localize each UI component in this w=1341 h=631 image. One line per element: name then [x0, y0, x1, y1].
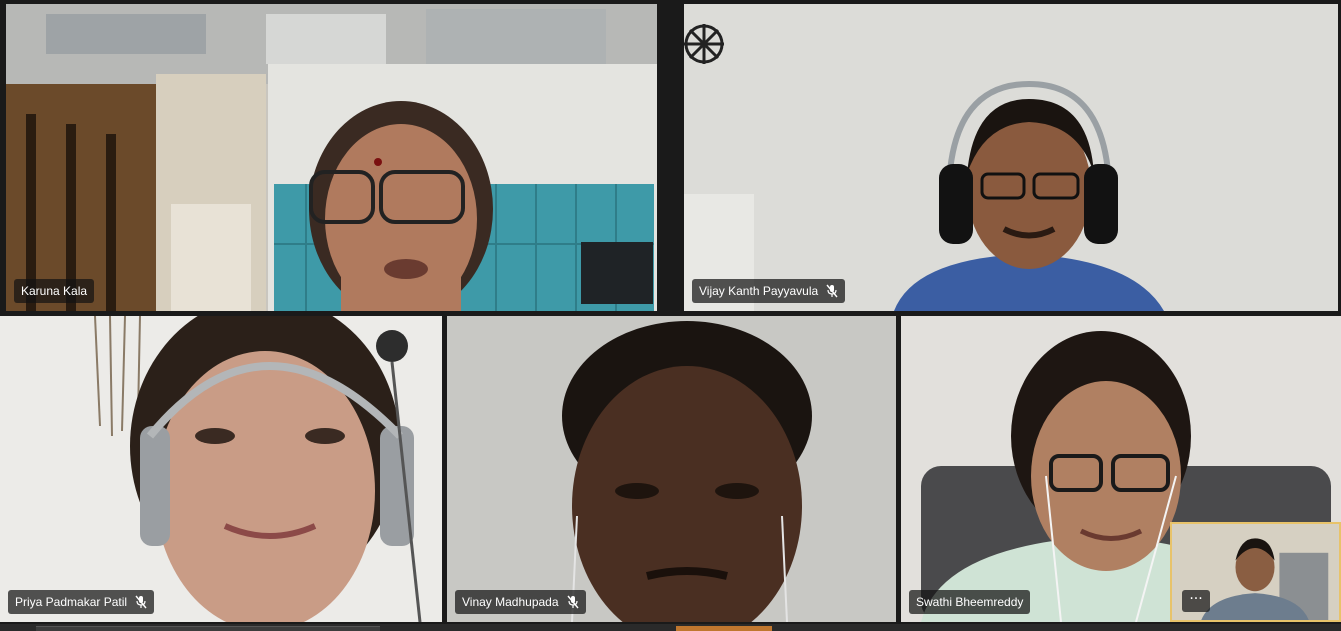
participant-video	[684, 4, 1338, 311]
participant-name: Karuna Kala	[21, 284, 88, 298]
video-tile-vinay-madhupada[interactable]: Vinay Madhupada	[447, 316, 896, 622]
participant-name-tag: Swathi Bheemreddy	[909, 590, 1031, 614]
toolbar-segment	[36, 626, 380, 631]
participant-name: Priya Padmakar Patil	[15, 595, 128, 609]
video-tile-priya-padmakar-patil[interactable]: Priya Padmakar Patil	[0, 316, 442, 622]
mic-muted-icon	[826, 284, 838, 298]
participant-video	[447, 316, 896, 622]
participant-name-tag: Karuna Kala	[14, 279, 95, 303]
video-tile-karuna-kala[interactable]: Karuna Kala	[6, 4, 657, 311]
participant-name: Swathi Bheemreddy	[916, 595, 1024, 609]
self-view-tile[interactable]: ···	[1170, 522, 1341, 622]
participant-name-tag: Vinay Madhupada	[455, 590, 586, 614]
participant-name: Vijay Kanth Payyavula	[699, 284, 819, 298]
mic-muted-icon	[135, 595, 147, 609]
video-tile-vijay-kanth-payyavula[interactable]: Vijay Kanth Payyavula	[684, 4, 1338, 311]
toolbar-accent-segment	[676, 626, 772, 631]
participant-name: Vinay Madhupada	[462, 595, 559, 609]
participant-video	[0, 316, 442, 622]
more-options-button[interactable]: ···	[1182, 590, 1210, 612]
mic-muted-icon	[566, 595, 579, 609]
participant-name-tag: Vijay Kanth Payyavula	[692, 279, 846, 303]
participant-name-tag: Priya Padmakar Patil	[8, 590, 155, 614]
bottom-toolbar-strip	[0, 624, 1341, 631]
participant-video	[6, 4, 657, 311]
